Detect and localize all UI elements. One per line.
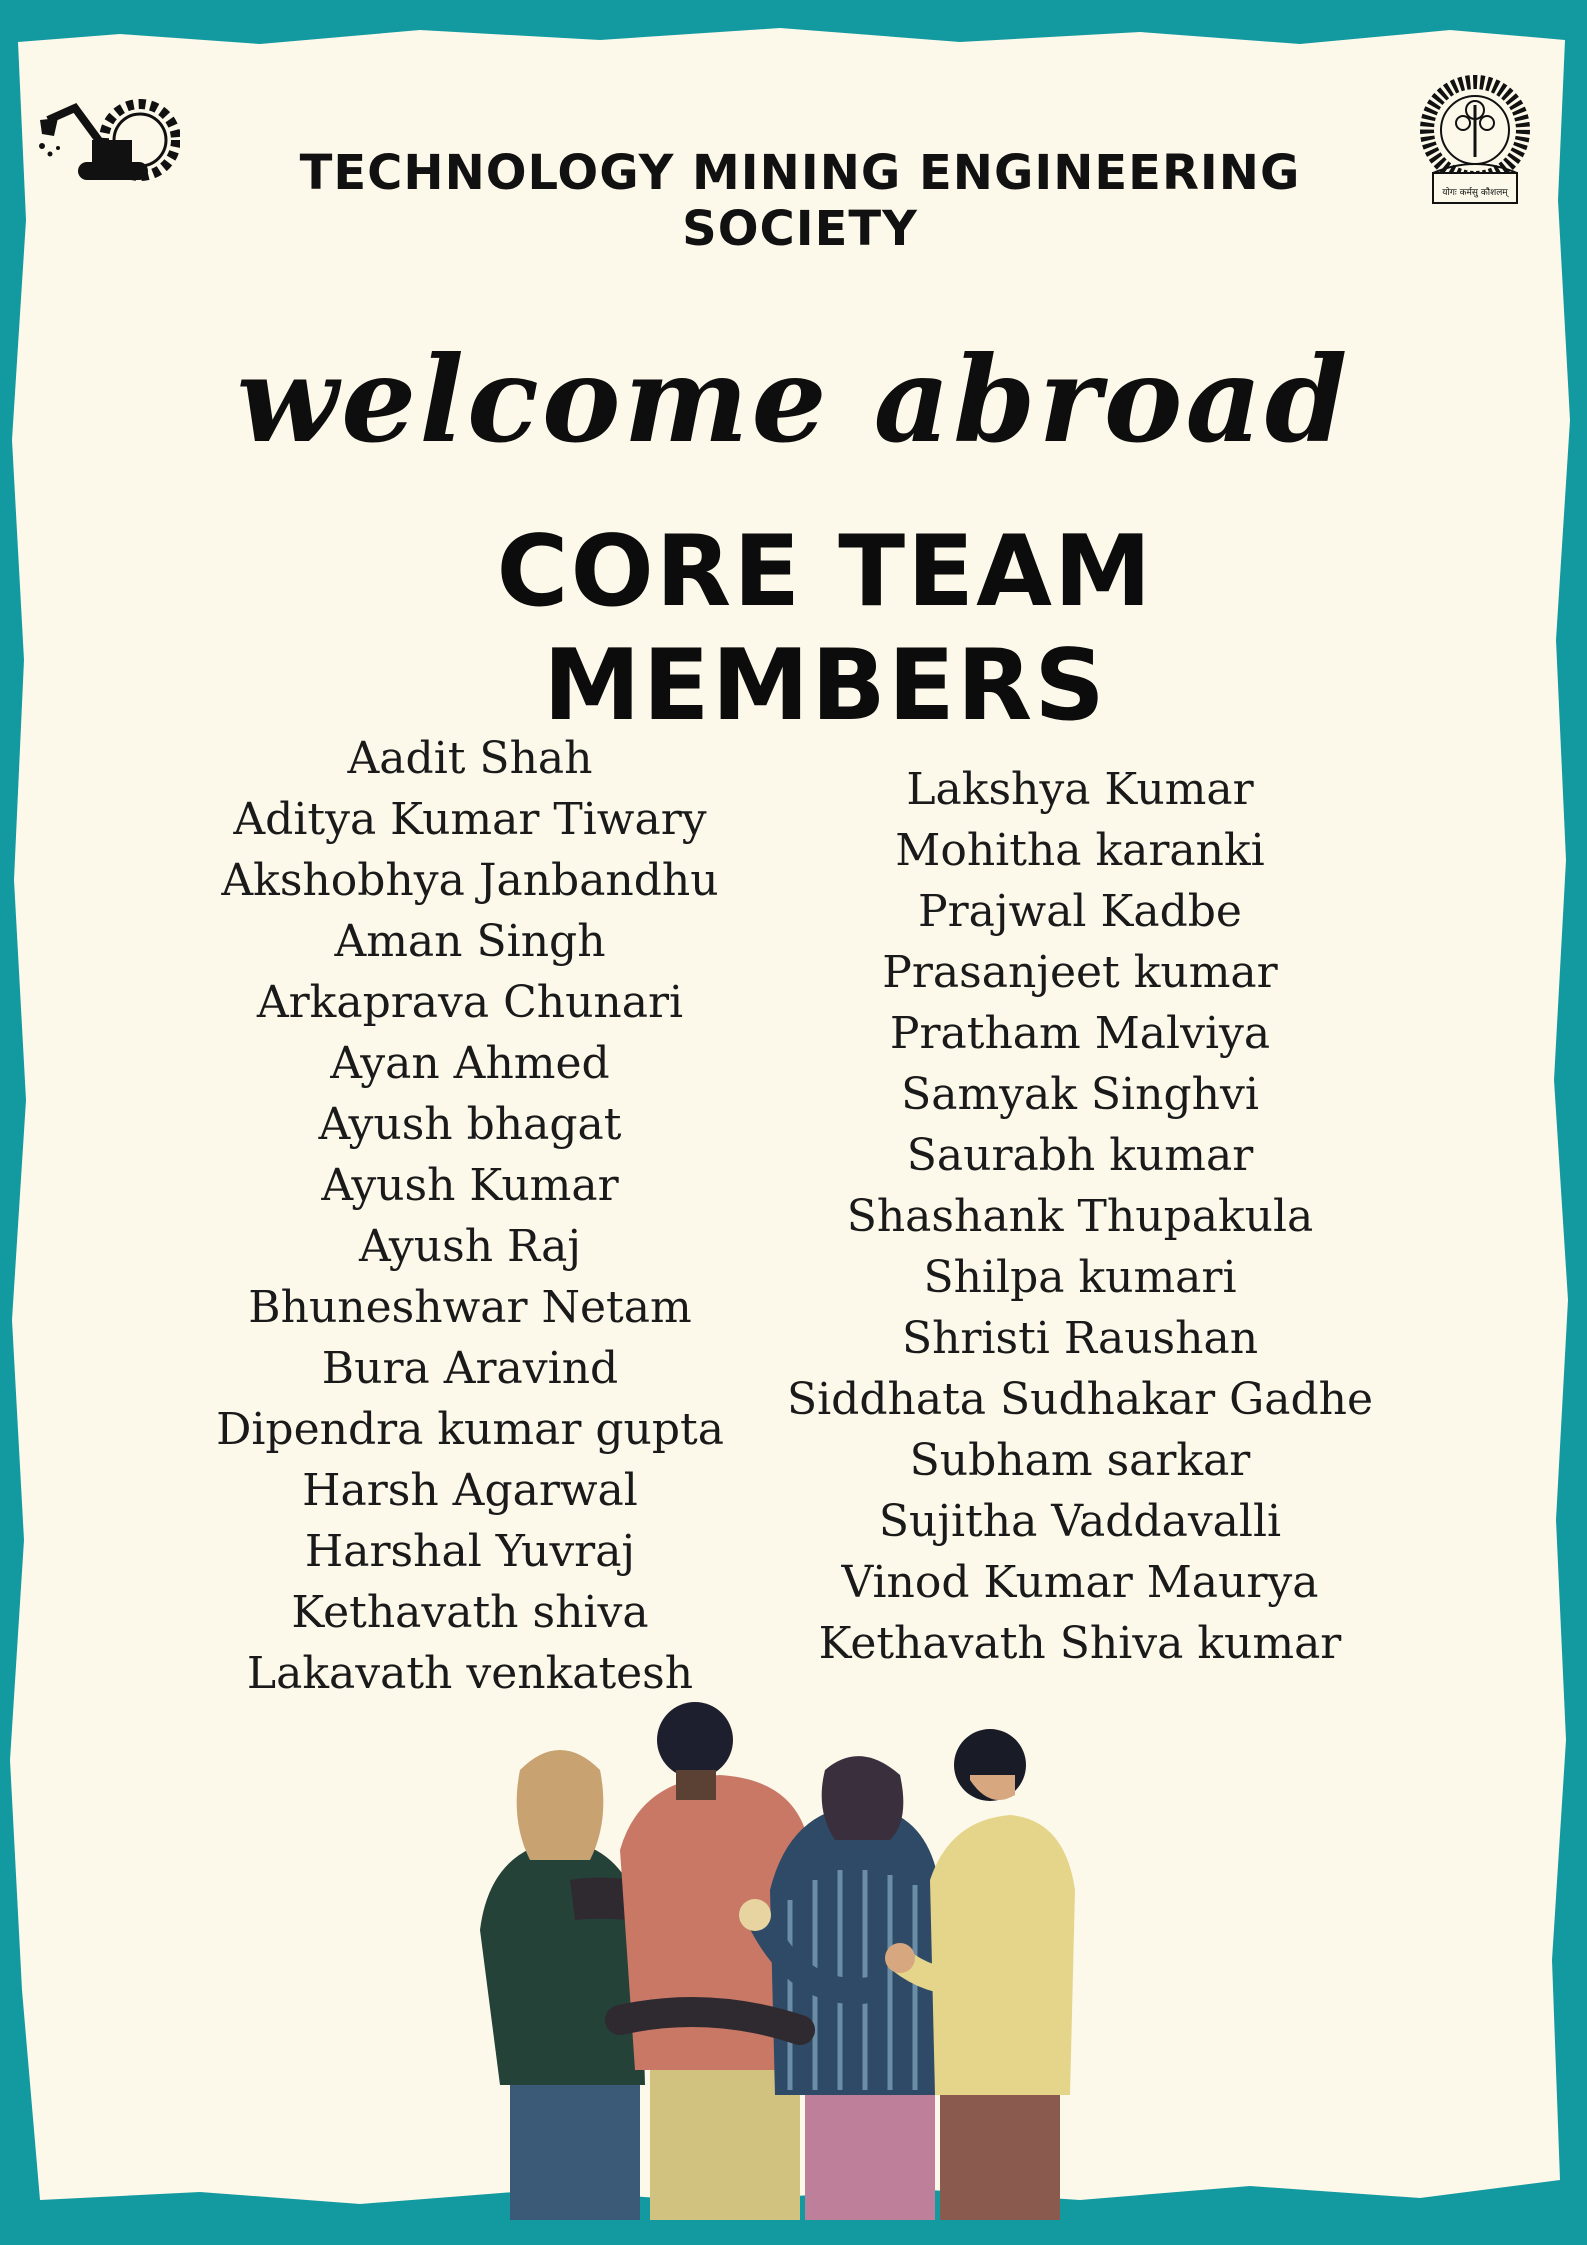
member-name: Ayush Raj bbox=[358, 1221, 582, 1272]
member-name: Kethavath shiva bbox=[291, 1587, 649, 1638]
member-name: Ayan Ahmed bbox=[330, 1038, 610, 1089]
member-name: Aadit Shah bbox=[347, 733, 593, 784]
member-name: Prasanjeet kumar bbox=[882, 947, 1278, 998]
institute-emblem-icon: योगः कर्मसु कौशलम् bbox=[1420, 75, 1530, 204]
member-name: Vinod Kumar Maurya bbox=[841, 1557, 1319, 1608]
member-name: Shristi Raushan bbox=[901, 1313, 1259, 1364]
member-name: Arkaprava Chunari bbox=[256, 977, 684, 1028]
member-name: Subham sarkar bbox=[909, 1435, 1251, 1486]
member-name: Aman Singh bbox=[334, 916, 606, 967]
members-left-column: Aadit Shah Aditya Kumar Tiwary Akshobhya… bbox=[170, 728, 770, 1704]
mining-excavator-logo-icon bbox=[39, 99, 180, 181]
group-hug-illustration-icon bbox=[480, 1702, 1075, 2220]
member-name: Kethavath Shiva kumar bbox=[818, 1618, 1342, 1669]
society-title: TECHNOLOGY MINING ENGINEERING SOCIETY bbox=[299, 145, 1301, 257]
member-name: Saurabh kumar bbox=[906, 1130, 1254, 1181]
member-name: Samyak Singhvi bbox=[901, 1069, 1259, 1120]
member-name: Shashank Thupakula bbox=[846, 1191, 1314, 1242]
section-title: CORE TEAM MEMBERS bbox=[496, 515, 1154, 743]
member-name: Mohitha karanki bbox=[895, 825, 1265, 876]
members-right-column: Lakshya Kumar Mohitha karanki Prajwal Ka… bbox=[780, 759, 1380, 1674]
member-name: Aditya Kumar Tiwary bbox=[233, 794, 707, 845]
member-name: Harsh Agarwal bbox=[302, 1465, 638, 1516]
member-name: Lakshya Kumar bbox=[906, 764, 1254, 815]
member-name: Akshobhya Janbandhu bbox=[221, 855, 719, 906]
welcome-text: welcome abroad bbox=[236, 330, 1351, 469]
member-name: Harshal Yuvraj bbox=[304, 1526, 636, 1577]
member-name: Ayush bhagat bbox=[318, 1099, 622, 1150]
member-name: Bura Aravind bbox=[321, 1343, 619, 1394]
member-name: Bhuneshwar Netam bbox=[248, 1282, 692, 1333]
member-name: Pratham Malviya bbox=[889, 1008, 1271, 1059]
member-name: Lakavath venkatesh bbox=[246, 1648, 694, 1699]
member-name: Ayush Kumar bbox=[321, 1160, 619, 1211]
member-name: Siddhata Sudhakar Gadhe bbox=[786, 1374, 1374, 1425]
member-name: Sujitha Vaddavalli bbox=[878, 1496, 1282, 1547]
member-name: Shilpa kumari bbox=[923, 1252, 1237, 1303]
emblem-caption: योगः कर्मसु कौशलम् bbox=[1442, 186, 1509, 198]
member-name: Dipendra kumar gupta bbox=[216, 1404, 724, 1455]
member-name: Prajwal Kadbe bbox=[918, 886, 1242, 937]
